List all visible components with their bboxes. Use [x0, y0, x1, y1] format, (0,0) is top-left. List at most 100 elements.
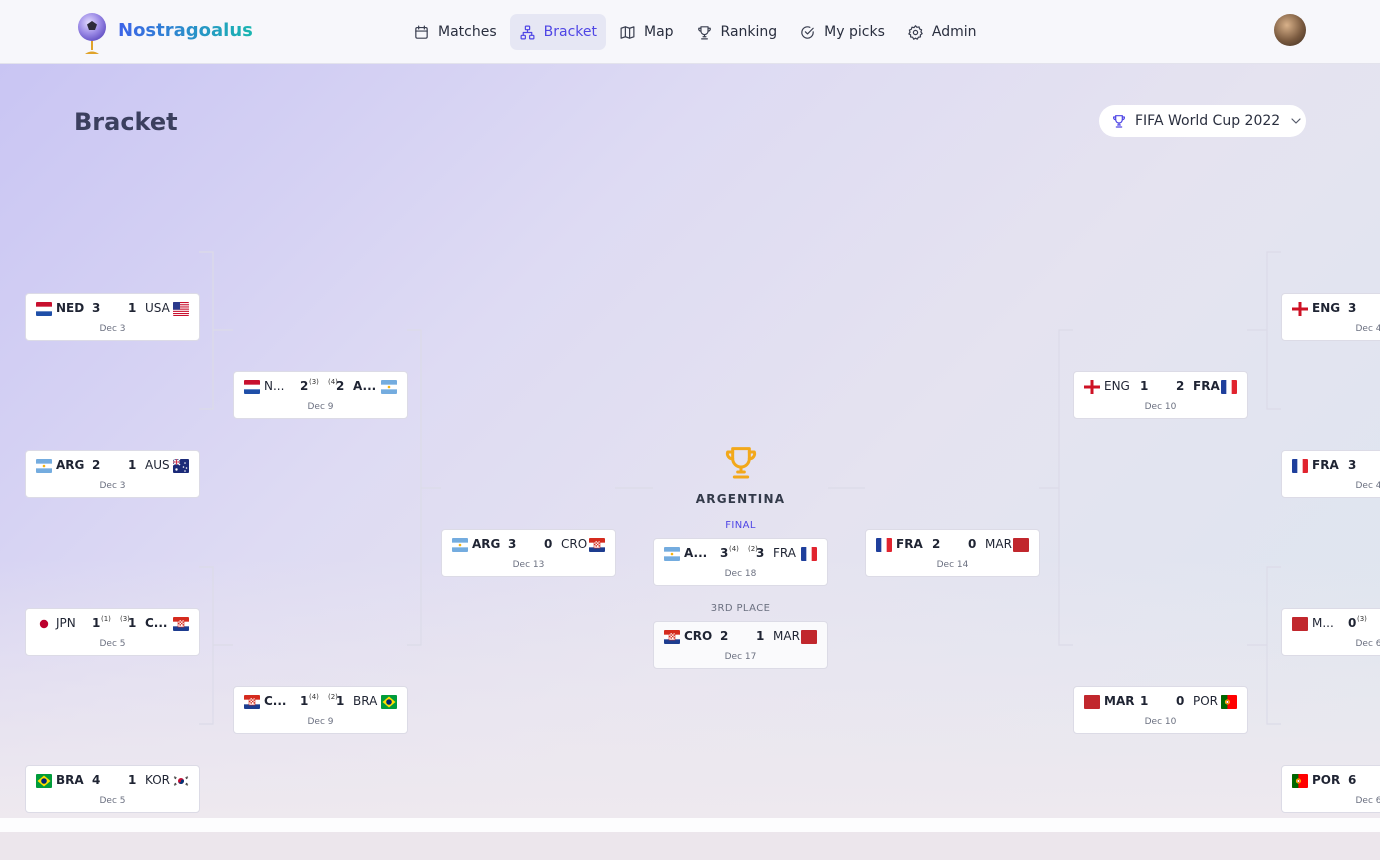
- home-team-code: A...: [684, 546, 708, 560]
- nav-my-picks-label: My picks: [824, 24, 885, 40]
- nav-map[interactable]: Map: [610, 14, 683, 50]
- match-card[interactable]: JPN 1 (1) (3) 1 C... Dec 5: [25, 608, 200, 656]
- home-penalty-score: (3): [1357, 615, 1367, 623]
- match-date: Dec 9: [307, 402, 334, 412]
- nav-bracket-label: Bracket: [543, 24, 597, 40]
- arg-flag-icon: [381, 380, 397, 394]
- home-team-code: JPN: [56, 616, 76, 630]
- fra-flag-icon: [801, 547, 817, 561]
- match-date: Dec 9: [307, 717, 334, 727]
- match-card[interactable]: ENG 1 2 FRA Dec 10: [1073, 371, 1248, 419]
- away-team-score: 1: [128, 616, 137, 630]
- home-team-code: ARG: [56, 458, 85, 472]
- match-card[interactable]: FRA 2 0 MAR Dec 14: [865, 529, 1040, 577]
- home-penalty-score: (3): [309, 378, 319, 386]
- usa-flag-icon: [173, 302, 189, 316]
- match-teams-row: JPN 1 (1) (3) 1 C...: [34, 615, 191, 633]
- match-teams-row: ARG 3 0 CRO: [450, 536, 607, 554]
- page-title: Bracket: [74, 108, 178, 136]
- home-team-score: 3: [1348, 458, 1357, 472]
- home-team-score: 1: [1140, 379, 1149, 393]
- home-team-code: NED: [56, 301, 85, 315]
- mar-flag-icon: [1084, 695, 1100, 709]
- top-navbar: Nostragoalus Matches Bracket Map Ranking…: [0, 0, 1380, 64]
- match-date: Dec 5: [99, 796, 126, 806]
- aus-flag-icon: [173, 459, 189, 473]
- away-team-code: FRA: [773, 546, 796, 560]
- home-team-code: C...: [264, 694, 287, 708]
- nav-bracket[interactable]: Bracket: [509, 14, 606, 50]
- match-card[interactable]: C... 1 (4) (2) 1 BRA Dec 9: [233, 686, 408, 734]
- map-icon: [620, 25, 635, 39]
- away-team-score: 2: [336, 379, 345, 393]
- match-date: Dec 14: [936, 560, 969, 570]
- home-penalty-score: (4): [309, 693, 319, 701]
- match-card[interactable]: ARG 2 1 AUS Dec 3: [25, 450, 200, 498]
- nav-map-label: Map: [643, 24, 674, 40]
- final-match-card[interactable]: A... 3 (4) (2) 3 FRA Dec 18: [653, 538, 828, 586]
- match-card[interactable]: BRA 4 1 KOR Dec 5: [25, 765, 200, 813]
- match-date: Dec 5: [99, 639, 126, 649]
- mar-flag-icon: [1292, 617, 1308, 631]
- away-team-score: 3: [756, 546, 765, 560]
- match-date: Dec 13: [512, 560, 545, 570]
- user-avatar[interactable]: [1274, 14, 1306, 46]
- third-place-match-card[interactable]: CRO 2 1 MAR Dec 17: [653, 621, 828, 669]
- home-team-code: MAR: [1104, 694, 1135, 708]
- trophy-icon: [725, 447, 756, 479]
- match-teams-row: MAR 1 0 POR: [1082, 693, 1239, 711]
- home-team-score: 1: [300, 694, 309, 708]
- match-card[interactable]: ENG 3 Dec 4: [1281, 293, 1380, 341]
- home-team-score: 3: [1348, 301, 1357, 315]
- third-place-label: 3RD PLACE: [710, 603, 771, 614]
- home-team-code: BRA: [56, 773, 84, 787]
- away-team-score: 1: [128, 458, 137, 472]
- match-card[interactable]: M... 0 (3) Dec 6: [1281, 608, 1380, 656]
- away-team-code: AUS: [145, 458, 170, 472]
- trophy-icon: [697, 25, 711, 39]
- bra-flag-icon: [36, 774, 52, 788]
- tournament-select-value: FIFA World Cup 2022: [1135, 113, 1281, 129]
- nav-ranking[interactable]: Ranking: [687, 14, 787, 50]
- match-date: Dec 4: [1355, 324, 1380, 334]
- nav-admin[interactable]: Admin: [898, 14, 986, 50]
- match-card[interactable]: NED 3 1 USA Dec 3: [25, 293, 200, 341]
- match-date: Dec 3: [99, 324, 126, 334]
- home-team-code: CRO: [684, 629, 713, 643]
- crystal-ball-logo-icon[interactable]: [76, 12, 108, 56]
- final-label: FINAL: [725, 520, 756, 531]
- bracket-area: Bracket FIFA World Cup 2022 ARGENTINA FI…: [0, 64, 1380, 818]
- match-teams-row: POR 6: [1290, 772, 1380, 790]
- gear-icon: [908, 24, 923, 40]
- match-card[interactable]: FRA 3 Dec 4: [1281, 450, 1380, 498]
- champion-name: ARGENTINA: [695, 492, 786, 506]
- match-card[interactable]: POR 6 Dec 6: [1281, 765, 1380, 813]
- away-team-code: CRO: [561, 537, 588, 551]
- match-teams-row: ENG 1 2 FRA: [1082, 378, 1239, 396]
- por-flag-icon: [1292, 774, 1308, 788]
- home-team-score: 1: [92, 616, 101, 630]
- app-name[interactable]: Nostragoalus: [118, 20, 253, 41]
- match-date: Dec 10: [1144, 402, 1177, 412]
- match-teams-row: ENG 3: [1290, 300, 1380, 318]
- away-team-code: MAR: [773, 629, 800, 643]
- cro-flag-icon: [244, 695, 260, 709]
- match-card[interactable]: N... 2 (3) (4) 2 A... Dec 9: [233, 371, 408, 419]
- match-card[interactable]: ARG 3 0 CRO Dec 13: [441, 529, 616, 577]
- nav-my-picks[interactable]: My picks: [790, 14, 894, 50]
- match-teams-row: FRA 2 0 MAR: [874, 536, 1031, 554]
- match-card[interactable]: MAR 1 0 POR Dec 10: [1073, 686, 1248, 734]
- ned-flag-icon: [244, 380, 260, 394]
- match-date: Dec 6: [1355, 796, 1380, 806]
- tournament-select[interactable]: FIFA World Cup 2022: [1099, 105, 1306, 137]
- home-team-code: ENG: [1104, 379, 1130, 393]
- match-teams-row: FRA 3: [1290, 457, 1380, 475]
- match-teams-row: M... 0 (3): [1290, 615, 1380, 633]
- nav-matches[interactable]: Matches: [404, 14, 506, 50]
- match-date: Dec 4: [1355, 481, 1380, 491]
- away-team-code: C...: [145, 616, 168, 630]
- away-team-code: POR: [1193, 694, 1219, 708]
- home-team-code: ARG: [472, 537, 501, 551]
- home-team-score: 3: [720, 546, 729, 560]
- ned-flag-icon: [36, 302, 52, 316]
